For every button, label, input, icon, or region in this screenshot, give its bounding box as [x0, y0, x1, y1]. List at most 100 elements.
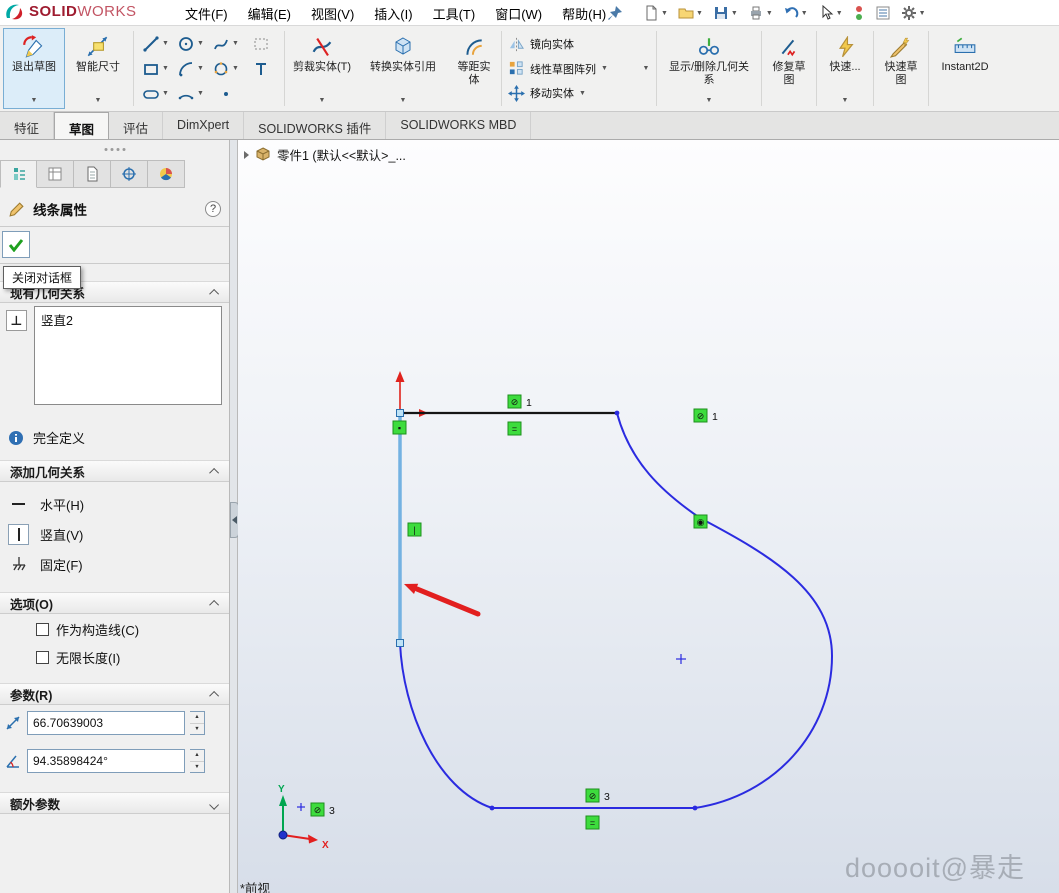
tab-dimxpert-manager[interactable]	[111, 160, 148, 188]
relation-marker[interactable]: =	[585, 815, 600, 830]
property-manager-header: 线条属性 ?	[0, 196, 229, 222]
feature-tree-flyout[interactable]: 零件1 (默认<<默认>_...	[244, 145, 406, 164]
three-point-arc-tool-button[interactable]: ▼	[173, 81, 208, 106]
convert-entities-button[interactable]: 转换实体引用 ▼	[357, 28, 449, 109]
circle-icon	[179, 36, 193, 51]
angle-spinner[interactable]: ▲ ▼	[190, 749, 205, 773]
menu-tools[interactable]: 工具(T)	[423, 0, 486, 27]
help-button[interactable]: ?	[205, 201, 221, 217]
line-tool-button[interactable]: ▼	[138, 31, 173, 56]
point-tool-button[interactable]	[208, 81, 243, 106]
construction-geometry-button[interactable]	[243, 31, 278, 56]
relation-marker[interactable]: ▪	[392, 420, 407, 435]
tab-property-manager[interactable]	[37, 160, 74, 188]
text-tool-button[interactable]	[243, 56, 278, 81]
repair-sketch-label: 修复草图	[772, 61, 806, 86]
add-horizontal-button[interactable]: 水平(H)	[0, 491, 229, 517]
task-list-button[interactable]	[872, 4, 894, 22]
smart-dimension-icon	[87, 36, 108, 57]
relation-marker[interactable]: ⊘ 1	[507, 394, 532, 409]
angle-input[interactable]	[27, 749, 185, 773]
pattern-group-flyout-button[interactable]: ▼	[640, 28, 652, 109]
relation-marker[interactable]: =	[507, 421, 522, 436]
open-button[interactable]: ▼	[675, 4, 706, 22]
length-spinner[interactable]: ▲ ▼	[190, 711, 205, 735]
graphics-viewport[interactable]: 零件1 (默认<<默认>_... ⊘ 1 = ⊘ 1 ◉ ▪ | ⊘ 3 = ⊘…	[238, 140, 1059, 893]
tab-evaluate[interactable]: 评估	[109, 112, 164, 139]
triad-y-label: Y	[278, 784, 285, 795]
spline-tool-button[interactable]: ▼	[208, 31, 243, 56]
additional-parameters-header[interactable]: 额外参数	[0, 792, 229, 814]
tab-configuration-manager[interactable]	[74, 160, 111, 188]
undo-button[interactable]: ▼	[780, 4, 811, 22]
svg-text:1: 1	[712, 411, 718, 423]
tab-solidworks-addins[interactable]: SOLIDWORKS 插件	[244, 112, 387, 139]
relation-list-item[interactable]: 竖直2	[35, 309, 221, 330]
panel-splitter[interactable]	[230, 140, 239, 893]
pin-menu-icon[interactable]	[606, 4, 624, 22]
logo-text-solid: SOLID	[29, 3, 78, 20]
svg-text:⊘: ⊘	[511, 397, 519, 407]
menu-window[interactable]: 窗口(W)	[485, 0, 552, 27]
smart-dimension-button[interactable]: 智能尺寸 ▼	[67, 28, 129, 109]
tab-dimxpert[interactable]: DimXpert	[163, 112, 245, 139]
menu-view[interactable]: 视图(V)	[301, 0, 364, 27]
tab-solidworks-mbd[interactable]: SOLIDWORKS MBD	[386, 112, 532, 139]
vertical-relation-box-icon	[8, 523, 29, 545]
arc-tool-button[interactable]: ▼	[173, 56, 208, 81]
infinite-length-checkbox[interactable]	[36, 650, 49, 664]
parameters-header[interactable]: 参数(R)	[0, 683, 229, 705]
options-header[interactable]: 选项(O)	[0, 592, 229, 614]
move-entities-icon	[508, 84, 525, 102]
angle-parameter-icon	[6, 755, 19, 768]
rapid-sketch-icon	[890, 37, 910, 58]
move-entities-button[interactable]: 移动实体 ▼	[508, 81, 636, 105]
print-button[interactable]: ▼	[745, 4, 776, 22]
relation-marker[interactable]: ◉	[693, 514, 708, 529]
add-vertical-button[interactable]: 竖直(V)	[0, 521, 229, 547]
slot-tool-button[interactable]: ▼	[138, 81, 173, 106]
relation-marker[interactable]: ⊘ 3	[310, 802, 335, 817]
solidworks-window: SOLIDWORKS 文件(F) 编辑(E) 视图(V) 插入(I) 工具(T)…	[0, 0, 1059, 893]
display-delete-relations-button[interactable]: 显示/删除几何关系 ▼	[661, 28, 757, 109]
menu-file[interactable]: 文件(F)	[175, 0, 238, 27]
save-button[interactable]: ▼	[710, 4, 741, 22]
relation-marker[interactable]: ⊘ 3	[585, 788, 610, 803]
instant2d-button[interactable]: Instant2D	[933, 28, 997, 109]
trim-entities-button[interactable]: 剪裁实体(T) ▼	[289, 28, 355, 109]
linear-sketch-pattern-button[interactable]: 线性草图阵列 ▼	[508, 57, 636, 81]
rectangle-tool-button[interactable]: ▼	[138, 56, 173, 81]
select-button[interactable]: ▼	[815, 4, 846, 22]
perimeter-circle-tool-button[interactable]: ▼	[208, 56, 243, 81]
circle-tool-button[interactable]: ▼	[173, 31, 208, 56]
offset-entities-button[interactable]: 等距实体	[451, 28, 497, 109]
add-fix-button[interactable]: 固定(F)	[0, 551, 229, 577]
collapse-chevron-icon	[209, 467, 220, 478]
mirror-entities-button[interactable]: 镜向实体	[508, 32, 636, 56]
sketch-canvas[interactable]: ⊘ 1 = ⊘ 1 ◉ ▪ | ⊘ 3 = ⊘ 3 Y X	[238, 140, 1059, 893]
options-button[interactable]: ▼	[898, 4, 929, 22]
add-relations-header[interactable]: 添加几何关系	[0, 460, 229, 482]
construction-line-option[interactable]: 作为构造线(C)	[36, 619, 139, 639]
ok-button[interactable]	[2, 231, 30, 258]
relations-listbox[interactable]: 竖直2	[34, 306, 222, 405]
relation-marker[interactable]: ⊘ 1	[693, 408, 718, 423]
new-document-button[interactable]: ▼	[640, 4, 671, 22]
quick-snaps-button[interactable]: 快速... ▼	[821, 28, 869, 109]
tab-sketch[interactable]: 草图	[54, 112, 110, 139]
rapid-sketch-button[interactable]: 快速草图	[878, 28, 924, 109]
menu-edit[interactable]: 编辑(E)	[238, 0, 301, 27]
infinite-length-option[interactable]: 无限长度(I)	[36, 647, 120, 667]
tab-feature-manager[interactable]	[0, 160, 37, 188]
status-lights-button[interactable]	[850, 4, 868, 22]
menu-insert[interactable]: 插入(I)	[364, 0, 422, 27]
tab-display-manager[interactable]	[148, 160, 185, 188]
length-input[interactable]	[27, 711, 185, 735]
panel-splitter-handle[interactable]	[104, 148, 125, 151]
exit-sketch-button[interactable]: 退出草图 ▼	[3, 28, 65, 109]
tab-features[interactable]: 特征	[0, 112, 55, 139]
repair-sketch-button[interactable]: 修复草图	[766, 28, 812, 109]
relation-marker[interactable]: |	[407, 522, 422, 537]
construction-checkbox[interactable]	[36, 622, 49, 636]
feature-tree-icon	[13, 168, 25, 180]
